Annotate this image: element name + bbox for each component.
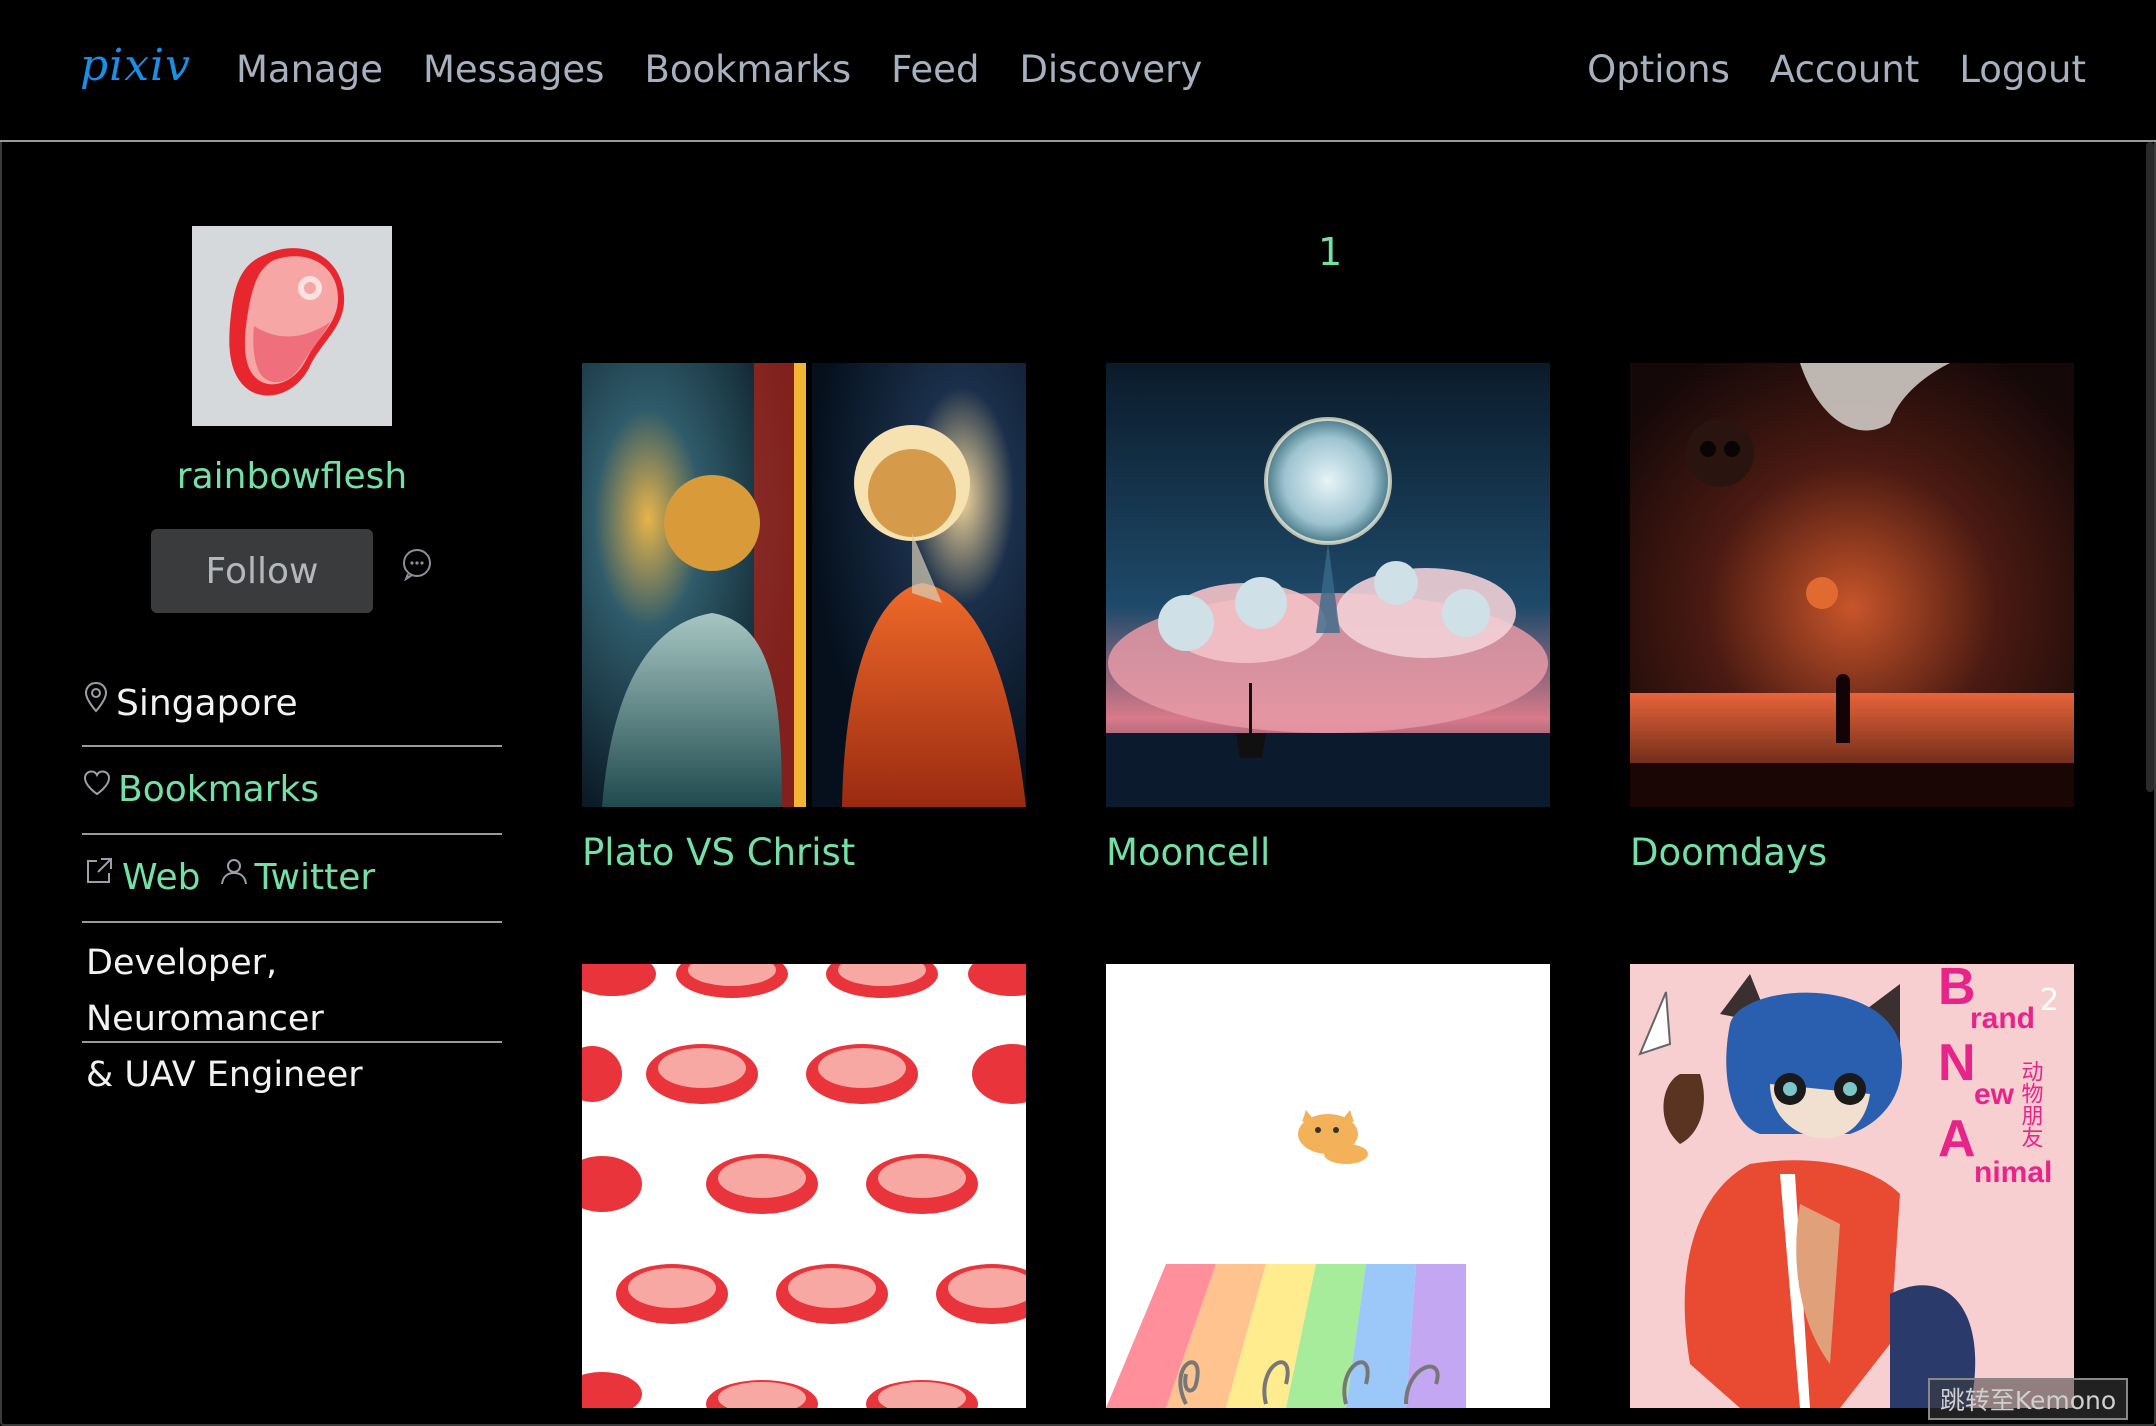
- artwork-thumbnail[interactable]: [582, 964, 1026, 1408]
- artwork-card[interactable]: [582, 964, 1026, 1426]
- bookmarks-link[interactable]: Bookmarks: [118, 769, 319, 810]
- external-link-icon: [87, 857, 112, 883]
- artwork-card[interactable]: Doomdays: [1630, 363, 2074, 874]
- user-icon: [220, 858, 247, 884]
- nav-right-links: Options Account Logout: [1587, 48, 2086, 91]
- page-number-current[interactable]: 1: [1318, 230, 1342, 274]
- artwork-image: B rand N ew A nimal 动物朋友 2: [1630, 964, 2074, 1408]
- message-icon[interactable]: [400, 547, 434, 581]
- scrollbar[interactable]: [2146, 142, 2154, 792]
- artwork-thumbnail[interactable]: B rand N ew A nimal 动物朋友 2: [1630, 964, 2074, 1408]
- cover-word-rand: rand: [1970, 1002, 2035, 1035]
- nav-bookmarks[interactable]: Bookmarks: [644, 48, 851, 91]
- twitter-link[interactable]: Twitter: [255, 857, 376, 898]
- cover-word-ew: ew: [1974, 1078, 2015, 1111]
- cover-cjk-text: 动物朋友: [2018, 1060, 2044, 1148]
- bio-text: Developer, Neuromancer & UAV Engineer: [86, 935, 506, 1103]
- cover-letter-n: N: [1938, 1034, 1976, 1092]
- artwork-thumbnail[interactable]: [582, 363, 1026, 807]
- nav-options[interactable]: Options: [1587, 48, 1730, 91]
- pixiv-logo[interactable]: pixiv: [80, 40, 191, 91]
- nav-discovery[interactable]: Discovery: [1019, 48, 1202, 91]
- nav-account[interactable]: Account: [1770, 48, 1919, 91]
- nav-left-links: Manage Messages Bookmarks Feed Discovery: [236, 48, 1202, 91]
- artwork-thumbnail[interactable]: [1106, 363, 1550, 807]
- artwork-image: [1106, 363, 1550, 807]
- bio-line-2: & UAV Engineer: [86, 1055, 363, 1095]
- bookmarks-row: Bookmarks: [82, 749, 502, 835]
- location-pin-icon: [84, 681, 108, 712]
- external-links-row: Web Twitter: [82, 837, 502, 923]
- artwork-title[interactable]: Mooncell: [1106, 831, 1550, 874]
- artwork-title[interactable]: Plato VS Christ: [582, 831, 1026, 874]
- location-row: Singapore: [82, 663, 502, 747]
- artwork-card[interactable]: B rand N ew A nimal 动物朋友 2: [1630, 964, 2074, 1426]
- nav-manage[interactable]: Manage: [236, 48, 383, 91]
- top-navigation-bar: pixiv Manage Messages Bookmarks Feed Dis…: [0, 0, 2156, 142]
- location-text: Singapore: [116, 683, 298, 724]
- artwork-image: [582, 964, 1026, 1408]
- cover-word-nimal: nimal: [1974, 1156, 2052, 1189]
- artwork-card[interactable]: [1106, 964, 1550, 1426]
- nav-feed[interactable]: Feed: [891, 48, 979, 91]
- username[interactable]: rainbowflesh: [82, 456, 502, 497]
- bio-line-1: Developer, Neuromancer: [86, 943, 324, 1039]
- artwork-title[interactable]: Doomdays: [1630, 831, 2074, 874]
- heart-icon: [83, 769, 111, 795]
- follow-button[interactable]: Follow: [151, 529, 373, 613]
- artwork-image: [1630, 363, 2074, 807]
- kemono-jump-button[interactable]: 跳转至Kemono: [1928, 1378, 2128, 1420]
- artwork-image: [1106, 964, 1550, 1408]
- artwork-image: [582, 363, 1026, 807]
- nav-logout[interactable]: Logout: [1959, 48, 2086, 91]
- web-link[interactable]: Web: [122, 857, 201, 898]
- meat-icon: [229, 248, 345, 396]
- avatar[interactable]: [192, 226, 392, 426]
- cover-letter-a: A: [1938, 1110, 1976, 1168]
- bio-row: Developer, Neuromancer & UAV Engineer: [82, 925, 502, 1095]
- nav-messages[interactable]: Messages: [423, 48, 604, 91]
- artwork-card[interactable]: Plato VS Christ: [582, 363, 1026, 874]
- artwork-card[interactable]: Mooncell: [1106, 363, 1550, 874]
- multi-page-badge: 2: [2040, 983, 2059, 1018]
- artwork-thumbnail[interactable]: [1106, 964, 1550, 1408]
- artwork-thumbnail[interactable]: [1630, 363, 2074, 807]
